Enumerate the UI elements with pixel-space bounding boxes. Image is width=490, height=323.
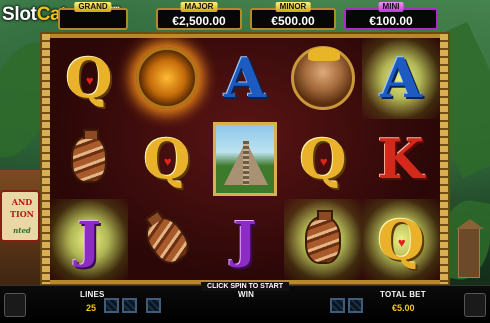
jackpot-major-label: MAJOR: [180, 2, 218, 12]
jackpot-minor-label: MINOR: [275, 2, 311, 12]
reel-cell: [128, 38, 206, 119]
symbol-j-letter: J: [233, 209, 257, 269]
reel-grid[interactable]: Q ♥ A A Q ♥ Q ♥ K ♥ J J Q ♥: [50, 38, 440, 280]
glyph-icon: [348, 298, 363, 313]
sign-line: nted: [13, 226, 31, 235]
symbol-a-letter: A: [224, 46, 266, 111]
sun-symbol-icon: [136, 47, 198, 110]
spin-button[interactable]: [464, 293, 486, 317]
vase-symbol-icon: [305, 209, 341, 264]
jackpot-grand: GRAND: [58, 2, 128, 30]
jackpot-major: MAJOR €2,500.00: [156, 2, 242, 30]
jackpot-minor: MINOR €500.00: [250, 2, 336, 30]
heart-icon: ♥: [85, 73, 94, 89]
heart-icon: ♥: [163, 154, 172, 170]
princess-symbol-icon: [291, 46, 355, 111]
total-bet-value: €5.00: [392, 303, 415, 313]
reel-cell: Q ♥: [284, 119, 362, 200]
jackpot-major-value: €2,500.00: [172, 14, 226, 28]
glyph-icon: [104, 298, 119, 313]
reel-cell: J: [50, 199, 128, 280]
reel-cell: A: [206, 38, 284, 119]
jackpot-grand-label: GRAND: [74, 2, 112, 12]
reel-cell: K ♥: [362, 119, 440, 200]
reel-cell: [284, 38, 362, 119]
glyph-icon: [146, 298, 161, 313]
win-label: WIN: [238, 290, 255, 299]
heart-icon: ♥: [397, 154, 406, 170]
sign-line: TION: [10, 209, 34, 219]
reel-cell: [206, 119, 284, 200]
sign-line: AND: [11, 197, 33, 207]
reel-cell: J: [206, 199, 284, 280]
lines-label: LINES: [80, 290, 105, 299]
symbol-a-letter: A: [380, 46, 422, 111]
jackpot-mini-value: €100.00: [369, 14, 413, 28]
game-sign: AND TION nted: [0, 190, 40, 242]
reel-cell: [284, 199, 362, 280]
reel-cell: Q ♥: [128, 119, 206, 200]
lines-value: 25: [86, 303, 97, 313]
temple-decoration: [456, 219, 484, 278]
heart-icon: ♥: [319, 154, 328, 170]
glyph-icon: [122, 298, 137, 313]
bottom-bar: CLICK SPIN TO START LINES 25 WIN TOTAL B…: [0, 282, 490, 323]
vase-symbol-icon: [138, 209, 196, 270]
total-bet-label: TOTAL BET: [380, 290, 426, 299]
reel-cell: [128, 199, 206, 280]
symbol-j-letter: J: [77, 209, 101, 269]
reel-cell: Q ♥: [50, 38, 128, 119]
jackpot-mini: MINI €100.00: [344, 2, 438, 30]
vase-symbol-icon: [71, 128, 107, 183]
glyph-icon: [330, 298, 345, 313]
heart-icon: ♥: [397, 234, 406, 250]
reel-cell: Q ♥: [362, 199, 440, 280]
reel-frame: Q ♥ A A Q ♥ Q ♥ K ♥ J J Q ♥: [40, 32, 450, 286]
jackpot-mini-label: MINI: [378, 2, 404, 12]
pyramid-symbol-icon: [213, 121, 277, 196]
jackpot-minor-value: €500.00: [271, 14, 315, 28]
reel-cell: [50, 119, 128, 200]
reel-cell: A: [362, 38, 440, 119]
menu-button[interactable]: [4, 293, 26, 317]
